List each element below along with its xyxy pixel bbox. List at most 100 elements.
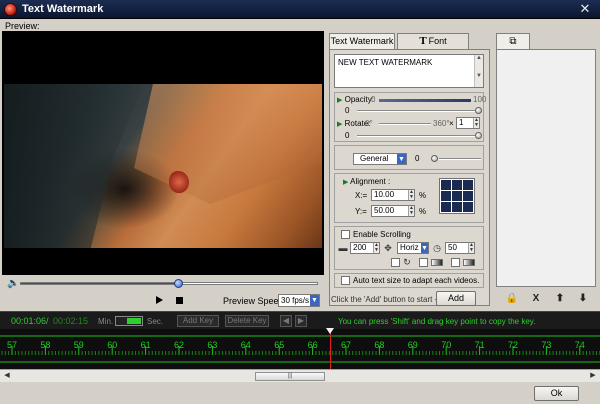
ruler-tick-label: 66	[307, 340, 318, 350]
tab-watermark-list[interactable]: ⧉	[496, 33, 530, 49]
delete-key-button[interactable]: Delete Key	[225, 315, 269, 327]
timeline-scrollbar[interactable]: ◀ ||| ▶	[0, 369, 600, 382]
timeline-hint: You can press 'Shift' and drag key point…	[338, 317, 536, 326]
fade-out-icon	[463, 259, 475, 266]
playback-controls: Preview Speed: 30 fps/s ▼	[2, 293, 324, 308]
play-icon[interactable]	[156, 296, 163, 304]
seek-handle[interactable]	[173, 279, 183, 288]
align-middle-left[interactable]	[441, 191, 451, 201]
ruler-tick-label: 71	[474, 340, 485, 350]
align-middle-right[interactable]	[463, 191, 473, 201]
opacity-label: Opacity	[344, 95, 372, 104]
x-position-stepper[interactable]: 10.00 ▲ ▼	[371, 189, 415, 201]
autosize-label: Auto text size to adapt each videos.	[353, 276, 480, 285]
x-label: X:=	[355, 191, 368, 200]
ruler-tick-label: 70	[441, 340, 452, 350]
mode-slider-handle[interactable]	[431, 155, 438, 162]
align-bottom-right[interactable]	[463, 202, 473, 212]
move-down-icon[interactable]: ⬇	[575, 292, 591, 306]
chevron-down-icon: ▼	[397, 154, 406, 164]
ruler-tick-label: 62	[174, 340, 185, 350]
mode-value: General	[360, 154, 389, 163]
align-bottom-center[interactable]	[452, 202, 462, 212]
align-top-center[interactable]	[452, 180, 462, 190]
prev-key-icon[interactable]: ◀	[280, 315, 292, 327]
preview-speed-select[interactable]: 30 fps/s ▼	[278, 294, 320, 307]
next-key-icon[interactable]: ▶	[295, 315, 307, 327]
alignment-label-row: ▶ Alignment :	[343, 177, 390, 186]
chevron-down-icon: ▼	[421, 243, 428, 253]
seek-track[interactable]	[20, 279, 318, 288]
autosize-group: Auto text size to adapt each videos.	[334, 273, 484, 288]
enable-scrolling-checkbox[interactable]	[341, 230, 350, 239]
align-bottom-left[interactable]	[441, 202, 451, 212]
scroll-direction-select[interactable]: Horiz ▼	[397, 242, 429, 254]
text-scrollbar[interactable]: ▲ ▼	[474, 55, 483, 87]
stop-icon[interactable]	[176, 297, 183, 304]
ok-button[interactable]: Ok	[534, 386, 579, 401]
title-bar: Text Watermark ✕	[0, 0, 600, 19]
x-percent: %	[419, 191, 427, 200]
seekbar-row: 🔈	[2, 277, 324, 291]
mode-group: General ▼ 0	[334, 145, 484, 170]
add-button[interactable]: Add	[436, 291, 476, 306]
timeline-ruler[interactable]: 57 58 59 60 61 62 63 64 65 66 67 68 69 70 71 72 73 74	[0, 329, 600, 369]
time-unit-toggle[interactable]	[115, 316, 143, 326]
ruler-tick-label: 57	[7, 340, 18, 350]
ruler-tick-label: 67	[341, 340, 352, 350]
stepper-arrows-icon[interactable]: ▲ ▼	[473, 118, 479, 128]
rotate-times: ×	[449, 119, 454, 128]
autosize-checkbox[interactable]	[341, 276, 350, 285]
close-button[interactable]: ✕	[578, 1, 592, 16]
ruler-tick-label: 65	[274, 340, 285, 350]
align-middle-center[interactable]	[452, 191, 462, 201]
alignment-grid[interactable]	[439, 178, 475, 214]
alignment-label: Alignment :	[350, 177, 391, 186]
move-up-icon[interactable]: ⬆	[552, 292, 568, 306]
scroll-right-icon[interactable]: ▶	[588, 371, 598, 381]
direction-arrows-icon: ✥	[384, 243, 392, 253]
stepper-arrows-icon[interactable]: ▲ ▼	[408, 206, 414, 216]
stepper-arrows-icon[interactable]: ▲ ▼	[408, 190, 414, 200]
tab-font[interactable]: T Font	[397, 33, 469, 49]
align-top-right[interactable]	[463, 180, 473, 190]
loop-checkbox[interactable]	[391, 258, 400, 267]
watermark-list[interactable]	[496, 49, 596, 287]
video-rock-band	[134, 84, 322, 204]
opacity-range-bar	[379, 99, 471, 102]
scroll-interval-stepper[interactable]: 50 ▲ ▼	[445, 242, 475, 254]
expand-triangle-icon: ▶	[343, 179, 349, 186]
fade-out-checkbox[interactable]	[451, 258, 460, 267]
opacity-slider-handle[interactable]	[475, 107, 482, 114]
scroll-direction-value: Horiz	[400, 243, 419, 252]
stepper-arrows-icon[interactable]: ▲ ▼	[373, 243, 379, 253]
opacity-value: 0	[345, 106, 350, 115]
scroll-left-icon[interactable]: ◀	[2, 371, 12, 381]
scroll-speed-stepper[interactable]: 200 ▲ ▼	[350, 242, 380, 254]
ruler-tick-label: 74	[574, 340, 585, 350]
tab-text-watermark[interactable]: Text Watermark	[329, 33, 395, 49]
y-position-stepper[interactable]: 50.00 ▲ ▼	[371, 205, 415, 217]
ruler-tick-label: 64	[240, 340, 251, 350]
opacity-slider[interactable]	[357, 110, 477, 112]
seek-progress	[21, 283, 178, 284]
scroll-thumb[interactable]: |||	[255, 372, 325, 381]
rotate-multiplier-stepper[interactable]: 1 ▲ ▼	[456, 117, 480, 129]
scrolling-group: Enable Scrolling ▬ 200 ▲ ▼ ✥ Horiz ▼ ◷ 50…	[334, 226, 484, 270]
add-key-button[interactable]: Add Key	[177, 315, 219, 327]
rotate-slider[interactable]	[357, 135, 477, 137]
rotate-slider-handle[interactable]	[475, 132, 482, 139]
watermark-text-input[interactable]: NEW TEXT WATERMARK ▲ ▼	[334, 54, 484, 88]
opacity-max: 100	[473, 95, 487, 104]
stepper-arrows-icon[interactable]: ▲ ▼	[468, 243, 474, 253]
delete-icon[interactable]: X	[528, 292, 544, 306]
min-label: Min.	[98, 317, 114, 326]
ruler-tick-label: 72	[508, 340, 519, 350]
fade-in-checkbox[interactable]	[419, 258, 428, 267]
playhead-marker-icon[interactable]	[326, 328, 334, 334]
mode-slider[interactable]	[439, 158, 481, 160]
mode-select[interactable]: General ▼	[353, 153, 407, 165]
lock-icon[interactable]: 🔒	[504, 292, 520, 306]
align-top-left[interactable]	[441, 180, 451, 190]
speaker-icon[interactable]: 🔈	[7, 278, 19, 289]
